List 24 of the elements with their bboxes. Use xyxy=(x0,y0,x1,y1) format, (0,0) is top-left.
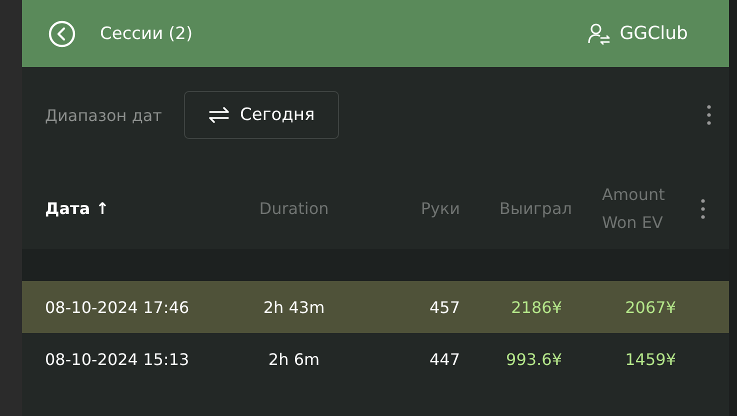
page-title: Сессии (2) xyxy=(100,24,193,44)
session-row[interactable]: 08-10-2024 15:13 2h 6m 447 993.6¥ 1459¥ xyxy=(22,333,729,385)
column-header[interactable]: Duration xyxy=(233,195,355,223)
account-switch-button[interactable]: GGClub xyxy=(588,22,688,44)
column-header[interactable]: Amount Won EV xyxy=(572,181,682,237)
column-header[interactable]: Выиграл xyxy=(460,195,572,223)
user-switch-icon xyxy=(588,22,612,44)
session-row[interactable]: 08-10-2024 17:46 2h 43m 457 2186¥ 2067¥ xyxy=(22,281,729,333)
won-cell-text: 993.6¥ xyxy=(505,350,562,368)
back-icon[interactable] xyxy=(48,20,76,48)
hands-cell-text: 457 xyxy=(428,298,460,316)
won-ev-cell-text: 2067¥ xyxy=(624,298,676,316)
swap-arrows-icon xyxy=(208,107,230,123)
won-cell-text: 2186¥ xyxy=(510,298,562,316)
duration-cell-text: 2h 6m xyxy=(267,350,321,368)
column-header[interactable]: Дата ↑ xyxy=(45,195,233,223)
date-cell-text: 08-10-2024 15:13 xyxy=(45,350,190,368)
date-cell-text: 08-10-2024 17:46 xyxy=(45,298,190,316)
column-header[interactable]: Руки xyxy=(355,195,460,223)
date-range-label: Диапазон дат xyxy=(45,106,162,124)
duration-cell-text: 2h 43m xyxy=(262,298,326,316)
hands-cell-text: 447 xyxy=(428,350,460,368)
date-range-button[interactable]: Сегодня xyxy=(184,91,339,139)
won-ev-cell-text: 1459¥ xyxy=(624,350,676,368)
